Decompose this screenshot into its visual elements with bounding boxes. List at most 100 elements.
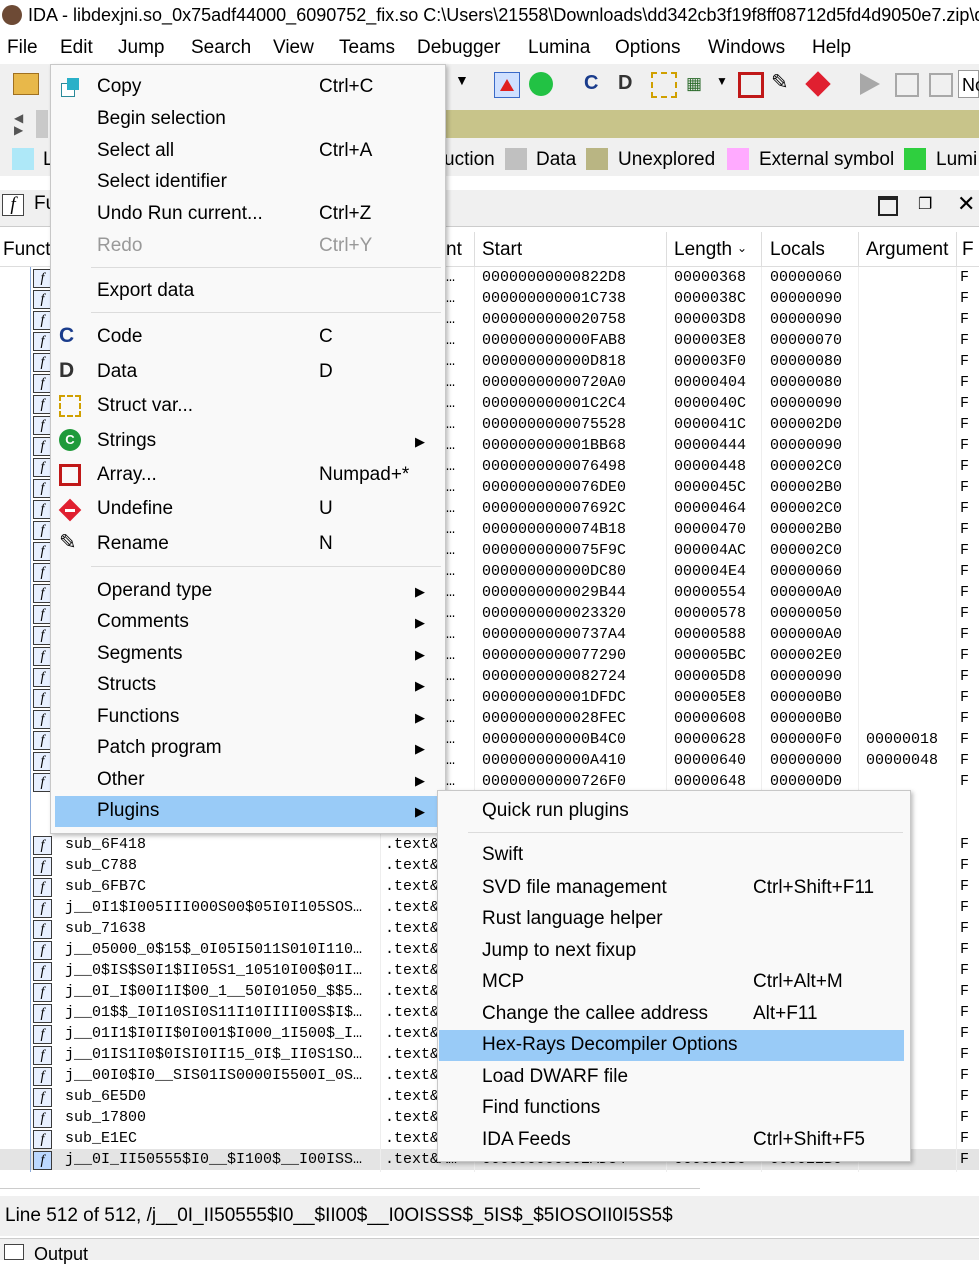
rename-icon: ✎ <box>59 531 77 554</box>
plugin-find-functions[interactable]: Find functions <box>482 1097 600 1119</box>
plugin-mcp[interactable]: MCP <box>482 971 524 993</box>
menu-item-data[interactable]: Data <box>97 361 137 383</box>
row-start: 0000000000077290 <box>482 647 627 664</box>
plugin-load-dwarf[interactable]: Load DWARF file <box>482 1066 628 1088</box>
output-panel-tab[interactable]: Output <box>0 1238 979 1264</box>
code-toolbar-icon[interactable]: C <box>584 72 598 95</box>
row-locals: 000002C0 <box>770 542 843 559</box>
menu-item-segments[interactable]: Segments <box>97 643 183 665</box>
menu-options[interactable]: Options <box>615 37 680 59</box>
menu-item-patch-program[interactable]: Patch program <box>97 737 222 759</box>
menu-item-functions[interactable]: Functions <box>97 706 179 728</box>
menu-item-undefine[interactable]: Undefine <box>97 498 173 520</box>
maximize-icon[interactable] <box>878 196 898 216</box>
menu-item-struct-var[interactable]: Struct var... <box>97 395 193 417</box>
struct-toolbar-icon[interactable] <box>651 72 677 98</box>
plugin-rust-helper[interactable]: Rust language helper <box>482 908 663 930</box>
shortcut-mcp: Ctrl+Alt+M <box>753 971 843 992</box>
row-arguments: 00000048 <box>866 752 939 769</box>
status-bar: Line 512 of 512, /j__0I_II50555$I0__$II0… <box>0 1196 979 1236</box>
row-flags: F <box>960 416 970 433</box>
menu-file[interactable]: File <box>7 37 38 59</box>
row-length: 00000588 <box>674 626 747 643</box>
graph-view-icon[interactable] <box>494 72 520 98</box>
enum-toolbar-icon[interactable]: ▦ <box>686 74 702 94</box>
menu-item-select-identifier[interactable]: Select identifier <box>97 171 227 193</box>
start-debug-icon[interactable] <box>860 73 880 95</box>
restore-icon[interactable]: ❐ <box>918 194 932 214</box>
row-segment-ellipsis: … <box>446 290 456 307</box>
run-green-icon[interactable] <box>529 72 553 96</box>
plugin-quick-run[interactable]: Quick run plugins <box>482 800 629 822</box>
row-start: 0000000000075528 <box>482 416 627 433</box>
column-arguments[interactable]: Argument <box>866 239 948 261</box>
stop-icon[interactable] <box>929 73 953 97</box>
menu-item-code[interactable]: Code <box>97 326 142 348</box>
plugin-change-callee-address[interactable]: Change the callee address <box>482 1003 708 1025</box>
row-length: 0000040C <box>674 395 747 412</box>
row-segment-ellipsis: … <box>446 269 456 286</box>
row-locals: 000002B0 <box>770 479 843 496</box>
column-function-name[interactable]: Funct <box>3 239 51 261</box>
nav-arrows-icon[interactable]: ◀ ▶ <box>14 112 23 136</box>
plugin-svd-file-management[interactable]: SVD file management <box>482 877 667 899</box>
column-start[interactable]: Start <box>482 239 522 261</box>
menu-view[interactable]: View <box>273 37 314 59</box>
plugin-hexrays-options[interactable]: Hex-Rays Decompiler Options <box>482 1034 738 1056</box>
rename-toolbar-icon[interactable]: ✎ <box>771 70 789 95</box>
plugin-ida-feeds[interactable]: IDA Feeds <box>482 1129 571 1151</box>
column-flags[interactable]: F <box>962 239 974 261</box>
menu-item-export-data[interactable]: Export data <box>97 280 194 302</box>
row-start: 0000000000076498 <box>482 458 627 475</box>
row-flags: F <box>960 584 970 601</box>
row-segment-ellipsis: … <box>446 479 456 496</box>
plugin-swift[interactable]: Swift <box>482 844 523 866</box>
undefine-toolbar-icon[interactable] <box>805 71 831 97</box>
navigation-band[interactable] <box>444 110 979 138</box>
menu-item-rename[interactable]: Rename <box>97 533 169 555</box>
row-segment-ellipsis: … <box>446 311 456 328</box>
column-segment[interactable]: nt <box>446 239 462 261</box>
array-toolbar-icon[interactable] <box>738 72 764 98</box>
menu-lumina[interactable]: Lumina <box>528 37 590 59</box>
menu-jump[interactable]: Jump <box>118 37 164 59</box>
debugger-select[interactable]: No <box>958 70 979 98</box>
pause-icon[interactable] <box>895 73 919 97</box>
plugin-jump-next-fixup[interactable]: Jump to next fixup <box>482 940 636 962</box>
function-icon: f <box>33 857 52 876</box>
row-function-name: j__05000_0$15$_0I05I5011S010I110… <box>65 941 363 958</box>
row-flags: F <box>960 899 970 916</box>
toolbar-dropdown-icon[interactable]: ▼ <box>716 74 728 88</box>
menu-item-select-all[interactable]: Select all <box>97 140 174 162</box>
menu-item-begin-selection[interactable]: Begin selection <box>97 108 226 130</box>
row-function-name: sub_71638 <box>65 920 147 937</box>
menu-item-structs[interactable]: Structs <box>97 674 156 696</box>
menu-item-operand-type[interactable]: Operand type <box>97 580 212 602</box>
menu-item-strings[interactable]: Strings <box>97 430 156 452</box>
menu-item-undo[interactable]: Undo Run current... <box>97 203 263 225</box>
menu-edit[interactable]: Edit <box>60 37 93 59</box>
close-icon[interactable]: ✕ <box>957 191 975 217</box>
row-flags: F <box>960 374 970 391</box>
column-locals[interactable]: Locals <box>770 239 825 261</box>
row-segment: .text& <box>385 857 440 874</box>
menu-search[interactable]: Search <box>191 37 251 59</box>
row-segment: .text& <box>385 1067 440 1084</box>
column-length[interactable]: Length <box>674 239 732 261</box>
menu-item-other[interactable]: Other <box>97 769 145 791</box>
menu-teams[interactable]: Teams <box>339 37 395 59</box>
menu-item-plugins[interactable]: Plugins <box>97 800 159 822</box>
row-function-name: j__01IS1I0$0ISI0II15_0I$_II0S1SO… <box>65 1046 363 1063</box>
row-segment: .text& <box>385 962 440 979</box>
menu-item-copy[interactable]: Copy <box>97 76 141 98</box>
menu-windows[interactable]: Windows <box>708 37 785 59</box>
row-locals: 000000B0 <box>770 689 843 706</box>
open-folder-icon[interactable] <box>13 73 39 95</box>
menu-debugger[interactable]: Debugger <box>417 37 500 59</box>
menu-item-array[interactable]: Array... <box>97 464 157 486</box>
data-toolbar-icon[interactable]: D <box>618 72 632 95</box>
menu-help[interactable]: Help <box>812 37 851 59</box>
dropdown-arrow-icon[interactable]: ▼ <box>455 72 469 88</box>
menu-item-comments[interactable]: Comments <box>97 611 189 633</box>
row-start: 0000000000028FEC <box>482 710 627 727</box>
